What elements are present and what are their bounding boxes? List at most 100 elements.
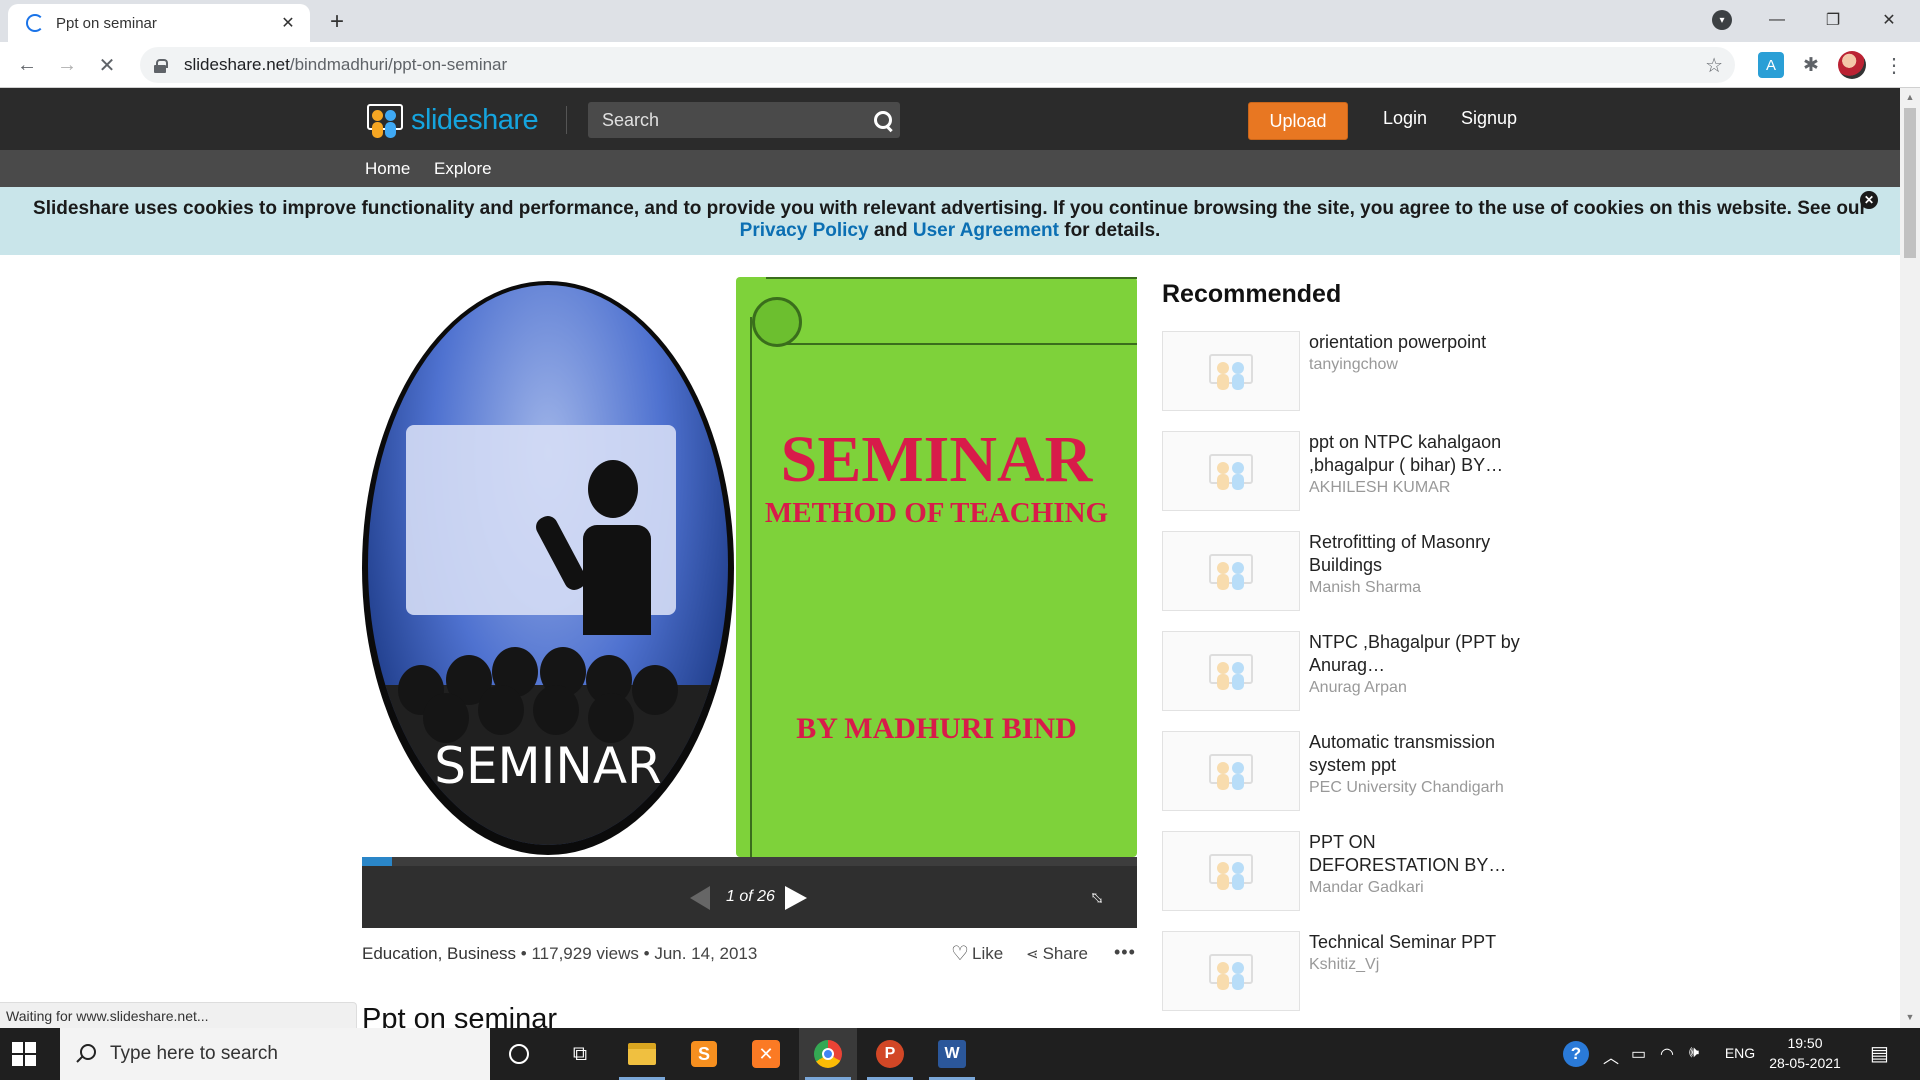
recommended-item[interactable]: PPT ON DEFORESTATION BY… Mandar Gadkari [1162,831,1522,911]
slide-viewer[interactable]: SEMINAR SEMINAR METHOD OF TEACHING BY MA… [362,277,1137,857]
slideshare-logo[interactable]: slideshare [365,100,565,140]
show-hidden-icons-icon[interactable]: ︿ [1603,1044,1619,1068]
extension-icon[interactable]: A [1758,52,1784,78]
recommended-item[interactable]: orientation powerpoint tanyingchow [1162,331,1522,411]
explore-link[interactable]: Explore [434,159,492,179]
illustration-caption: SEMINAR [434,737,662,795]
taskbar-search-box[interactable]: Type here to search [60,1028,490,1080]
previous-slide-icon[interactable] [690,886,710,910]
more-options-icon[interactable]: ••• [1114,942,1136,963]
user-agreement-link[interactable]: User Agreement [913,220,1059,241]
windows-start-icon[interactable] [12,1042,36,1066]
slide-controls: 1 of 26 ⇔ [362,866,1137,928]
chrome-icon[interactable] [799,1028,857,1080]
back-icon[interactable]: ← [12,50,42,80]
recommended-author[interactable]: AKHILESH KUMAR [1309,479,1450,497]
recommended-thumbnail[interactable] [1162,431,1300,511]
task-view-icon[interactable]: ⧉ [551,1028,609,1080]
site-header: slideshare Search Upload Login Signup [0,88,1900,150]
signup-link[interactable]: Signup [1461,108,1517,129]
login-link[interactable]: Login [1383,108,1427,129]
browser-status-text: Waiting for www.slideshare.net... [0,1002,357,1028]
volume-icon[interactable]: 🕪 [1689,1044,1699,1062]
upload-button[interactable]: Upload [1248,102,1348,140]
xampp-icon[interactable]: ✕ [737,1028,795,1080]
site-search-input[interactable]: Search [588,102,900,138]
recommended-author[interactable]: PEC University Chandigarh [1309,779,1504,797]
language-indicator[interactable]: ENG [1720,1045,1760,1061]
puzzle-icon[interactable]: ✱ [1798,52,1824,78]
recommended-title[interactable]: Technical Seminar PPT [1309,931,1524,954]
cookie-text: Slideshare uses cookies to improve funct… [33,198,1867,219]
browser-menu-icon[interactable]: ⋮ [1884,50,1904,80]
notifications-icon[interactable]: ▤ [1870,1041,1889,1066]
browser-tab-strip: Ppt on seminar ✕ + ▾ — ❐ ✕ [0,0,1920,42]
stop-loading-icon[interactable]: ✕ [92,50,122,80]
recommended-item[interactable]: NTPC ,Bhagalpur (PPT by Anurag… Anurag A… [1162,631,1522,711]
next-slide-icon[interactable] [785,886,807,910]
recommended-thumbnail[interactable] [1162,531,1300,611]
recommended-title[interactable]: NTPC ,Bhagalpur (PPT by Anurag… [1309,631,1524,677]
help-icon[interactable]: ? [1563,1041,1589,1067]
recommended-item[interactable]: Retrofitting of Masonry Buildings Manish… [1162,531,1522,611]
forward-icon[interactable]: → [52,50,82,80]
url-text: slideshare.net/bindmadhuri/ppt-on-semina… [184,55,508,74]
file-explorer-icon[interactable] [613,1028,671,1080]
browser-tab[interactable]: Ppt on seminar ✕ [8,4,310,42]
like-button[interactable]: Like [951,941,1003,966]
recommended-author[interactable]: Anurag Arpan [1309,679,1407,697]
recommended-title[interactable]: Automatic transmission system ppt [1309,731,1524,777]
heart-icon [951,941,969,966]
recommended-title[interactable]: orientation powerpoint [1309,331,1524,354]
recommended-thumbnail[interactable] [1162,831,1300,911]
recommended-author[interactable]: Mandar Gadkari [1309,879,1424,897]
recommended-item[interactable]: Technical Seminar PPT Kshitiz_Vj [1162,931,1522,1011]
recommended-thumbnail[interactable] [1162,631,1300,711]
slide-progress-bar[interactable] [362,857,1137,866]
recommended-author[interactable]: Kshitiz_Vj [1309,956,1379,974]
search-icon[interactable] [864,102,900,138]
clock-date[interactable]: 28-05-2021 [1765,1055,1845,1071]
word-icon[interactable]: W [923,1028,981,1080]
scroll-down-icon[interactable]: ▼ [1904,1012,1916,1024]
recommended-thumbnail[interactable] [1162,331,1300,411]
battery-icon[interactable]: ▭ [1631,1044,1646,1064]
window-close-icon[interactable]: ✕ [1866,0,1912,40]
close-tab-icon[interactable]: ✕ [278,13,298,33]
slide-page-count: 1 of 26 [726,888,775,905]
sublime-text-icon[interactable]: S [675,1028,733,1080]
share-button[interactable]: ⋖ Share [1026,944,1088,964]
clock-time[interactable]: 19:50 [1765,1035,1845,1051]
wifi-icon[interactable]: ◠ [1660,1044,1674,1064]
recommended-item[interactable]: ppt on NTPC kahalgaon ,bhagalpur ( bihar… [1162,431,1522,511]
bookmark-star-icon[interactable]: ☆ [1705,53,1723,78]
cookie-banner: Slideshare uses cookies to improve funct… [0,187,1900,255]
recommended-thumbnail[interactable] [1162,931,1300,1011]
recommended-title[interactable]: Retrofitting of Masonry Buildings [1309,531,1524,577]
fullscreen-icon[interactable]: ⇔ [1082,880,1115,913]
cookie-close-icon[interactable]: ✕ [1860,191,1878,209]
restore-icon[interactable]: ❐ [1810,0,1856,40]
categories-link[interactable]: Education, Business [362,944,516,963]
minimize-icon[interactable]: — [1754,0,1800,40]
scroll-up-icon[interactable]: ▲ [1904,92,1916,104]
privacy-policy-link[interactable]: Privacy Policy [740,220,869,241]
home-link[interactable]: Home [365,159,410,179]
page-scrollbar[interactable]: ▲ ▼ [1900,88,1920,1028]
powerpoint-icon[interactable]: P [861,1028,919,1080]
profile-avatar[interactable] [1838,51,1866,79]
recommended-item[interactable]: Automatic transmission system ppt PEC Un… [1162,731,1522,811]
scrollbar-thumb[interactable] [1904,108,1916,258]
address-bar[interactable]: slideshare.net/bindmadhuri/ppt-on-semina… [140,47,1735,83]
recommended-author[interactable]: Manish Sharma [1309,579,1421,597]
tab-search-icon[interactable]: ▾ [1712,10,1732,30]
recommended-thumbnail[interactable] [1162,731,1300,811]
lock-icon[interactable] [154,58,168,73]
slide-author: BY MADHURI BIND [796,712,1077,745]
recommended-title[interactable]: PPT ON DEFORESTATION BY… [1309,831,1524,877]
cortana-icon[interactable] [490,1028,548,1080]
recommended-title[interactable]: ppt on NTPC kahalgaon ,bhagalpur ( bihar… [1309,431,1524,477]
new-tab-icon[interactable]: + [323,8,351,36]
recommended-author[interactable]: tanyingchow [1309,356,1398,374]
slide-subtitle: METHOD OF TEACHING [764,497,1109,529]
